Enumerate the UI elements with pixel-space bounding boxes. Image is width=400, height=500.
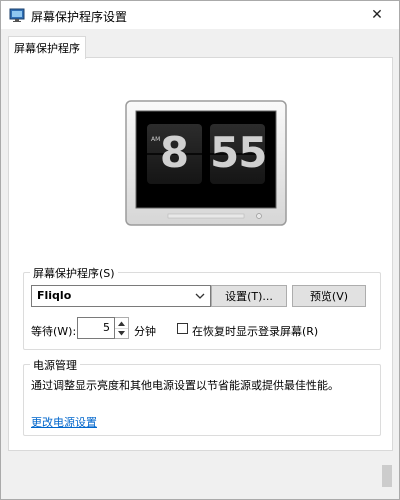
close-icon: ✕ [371,7,383,23]
screensaver-group-label: 屏幕保护程序(S) [30,265,118,281]
screensaver-app-icon [9,7,25,23]
wait-minutes-stepper [115,317,129,339]
clock-hour: 8 [159,128,190,177]
close-button[interactable]: ✕ [355,1,399,29]
screensaver-select[interactable]: Fliqlo [31,285,211,307]
preview-button-label: 预览(V) [309,290,349,303]
chevron-down-icon [193,289,207,303]
footer-scroll-thumb[interactable] [382,465,392,487]
resume-login-label[interactable]: 在恢复时显示登录屏幕(R) [192,323,318,339]
settings-button-label: 设置(T)... [225,290,273,303]
wait-label: 等待(W): [31,325,77,338]
arrow-down-icon [118,330,125,335]
monitor-preview: AM 8 55 [124,99,288,229]
arrow-up-icon [118,321,125,326]
wait-minutes-input[interactable]: 5 [77,317,115,339]
resume-login-checkbox[interactable] [177,323,188,334]
minutes-label: 分钟 [134,325,156,338]
preview-button[interactable]: 预览(V) [292,285,366,307]
change-power-settings-link[interactable]: 更改电源设置 [31,414,97,430]
window-title: 屏幕保护程序设置 [31,10,128,24]
tab-label: 屏幕保护程序 [14,42,80,55]
title-bar: 屏幕保护程序设置 ✕ [1,1,399,29]
settings-button[interactable]: 设置(T)... [211,285,287,307]
power-description: 通过调整显示亮度和其他电源设置以节省能源或提供最佳性能。 [31,379,339,392]
wait-minutes-value: 5 [103,321,110,334]
dialog-footer [1,453,399,499]
screensaver-selected-value: Fliqlo [37,289,72,302]
clock-minutes: 55 [210,128,267,177]
spin-down-button[interactable] [115,328,128,338]
tab-screensaver[interactable]: 屏幕保护程序 [8,36,86,59]
screensaver-settings-window: 屏幕保护程序设置 ✕ 屏幕保护程序 AM 8 55 屏幕保护程序(S) 电源管理… [0,0,400,500]
power-group-label: 电源管理 [30,357,80,373]
